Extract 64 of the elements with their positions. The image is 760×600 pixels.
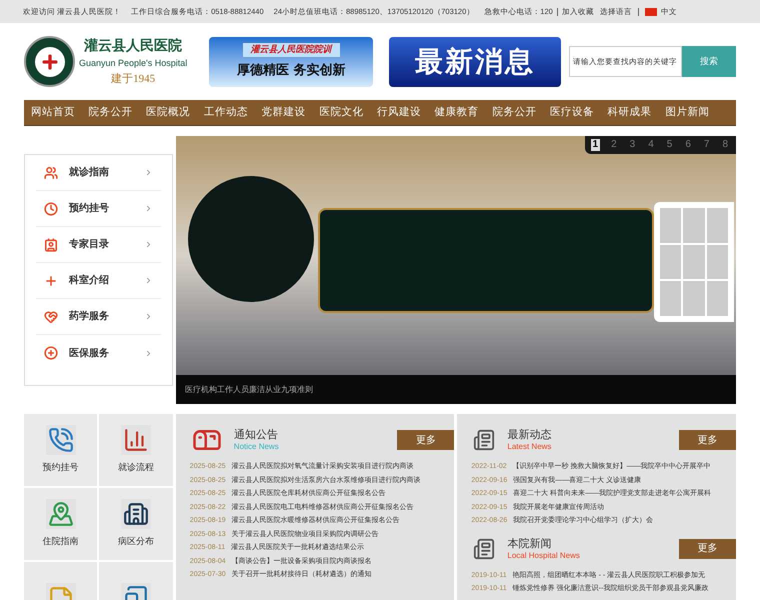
sidebar-item[interactable]: 专家目录 (36, 227, 161, 263)
sidebar-item[interactable]: 就诊指南 (36, 155, 161, 191)
plus-circle-icon (44, 346, 58, 360)
map-icon (46, 499, 76, 530)
quick-link-tile[interactable]: 病区分布 (99, 488, 173, 560)
page-number[interactable]: 2 (609, 139, 619, 151)
more-button[interactable]: 更多 (679, 538, 736, 558)
sidebar-item[interactable]: 医保服务 (36, 335, 161, 371)
bar-chart-icon (121, 425, 152, 456)
clock-icon (44, 202, 58, 216)
more-button[interactable]: 更多 (679, 430, 736, 450)
nav-item[interactable]: 院务公开 (82, 104, 140, 120)
cross-icon (44, 274, 58, 288)
chevron-icon (144, 204, 153, 213)
nav-item[interactable]: 医疗设备 (543, 104, 601, 120)
page-number[interactable]: 3 (628, 139, 638, 151)
hospital-logo-icon (24, 36, 75, 87)
hospital-english-name: Guanyun People's Hospital (79, 57, 188, 70)
nav-item[interactable]: 科研成果 (600, 104, 659, 120)
section-title: 最新动态 (507, 428, 552, 442)
page-number[interactable]: 1 (590, 139, 600, 151)
sidebar-item[interactable]: 药学服务 (36, 299, 161, 335)
founded-year: 建于1945 (111, 72, 156, 86)
nav-item[interactable]: 健康教育 (428, 104, 486, 120)
chevron-icon (144, 312, 153, 321)
nav-item[interactable]: 医院概况 (139, 104, 198, 120)
people-icon (44, 166, 58, 180)
section-subtitle: Notice News (234, 442, 280, 452)
sidebar-item[interactable]: 科室介绍 (36, 263, 161, 299)
phone-icon (46, 425, 76, 456)
hospital-name: 灌云县人民医院 (84, 37, 182, 56)
page-number[interactable]: 4 (646, 139, 656, 151)
newspaper-icon (473, 429, 496, 451)
nav-item[interactable]: 网站首页 (24, 104, 82, 120)
building-icon (121, 499, 152, 530)
nav-item[interactable]: 院务公开 (486, 104, 544, 120)
section-title: 本院新闻 (507, 536, 552, 550)
page-number[interactable]: 6 (683, 139, 693, 151)
quick-link-tile[interactable]: 预约挂号 (24, 414, 98, 486)
quick-link-tile[interactable]: 住院指南 (24, 488, 98, 560)
chevron-icon (144, 240, 153, 249)
chevron-icon (144, 168, 153, 177)
nav-item[interactable]: 党群建设 (254, 104, 312, 120)
nav-item[interactable]: 医院文化 (312, 104, 370, 120)
section-subtitle: Local Hospital News (507, 550, 581, 560)
section-title: 通知公告 (234, 428, 279, 442)
news-banner: 最新消息 (389, 36, 561, 86)
page-number[interactable]: 5 (664, 139, 674, 151)
chevron-icon (144, 276, 153, 285)
newspaper-icon (473, 538, 496, 560)
page-number[interactable]: 7 (702, 139, 712, 151)
more-button[interactable]: 更多 (397, 430, 454, 450)
chevron-icon (144, 348, 153, 358)
banner-caption: 医疗机构工作人员廉洁从业九项准则 (185, 384, 313, 396)
nav-item[interactable]: 图片新闻 (658, 104, 716, 120)
section-subtitle: Latest News (507, 442, 552, 452)
sidebar-item[interactable]: 预约挂号 (36, 191, 161, 227)
china-flag-icon (645, 8, 657, 16)
motto-banner: 灌云县人民医院院训 厚德精医 务实创新 (208, 36, 374, 86)
contact-icon (44, 238, 58, 252)
nav-item[interactable]: 行风建设 (370, 104, 428, 120)
nav-item[interactable]: 工作动态 (197, 104, 255, 120)
page-number[interactable]: 8 (720, 139, 730, 151)
quick-link-tile[interactable]: 就诊流程 (99, 414, 173, 486)
